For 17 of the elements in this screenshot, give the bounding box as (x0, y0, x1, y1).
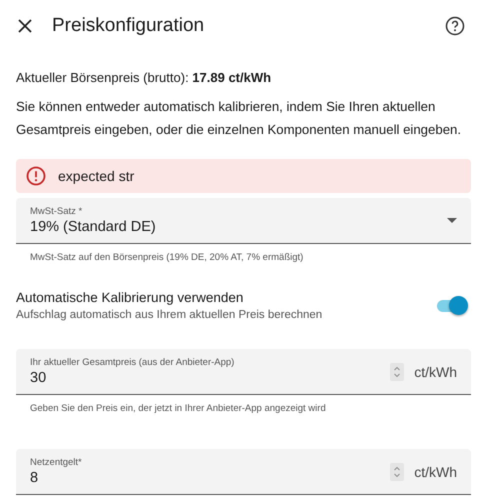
number-field[interactable]: Netzentgelt* 8 ct/kWh (16, 449, 471, 495)
helper-text: MwSt-Satz auf den Börsenpreis (19% DE, 20% AT, 7% ermäßigt) (29, 251, 304, 265)
vat-select[interactable]: MwSt-Satz * 19% (Standard DE) (16, 198, 471, 244)
dialog-title: Preiskonfiguration (52, 15, 206, 37)
dropdown-icon (447, 218, 457, 223)
spinner-icon[interactable] (390, 462, 404, 480)
spinner-icon[interactable] (390, 362, 404, 380)
setting-title: Automatische Kalibrierung verwenden (16, 290, 244, 305)
help-icon[interactable] (445, 16, 465, 36)
intro-text: Sie können entweder automatisch kalibrieren, indem Sie Ihren aktuellen Gesamtpreis eingeben, oder die einzelnen Komponenten manuell eingeben. (16, 98, 462, 139)
error-icon (26, 166, 46, 186)
price-text: Aktueller Börsenpreis (brutto): 17.89 ct/kWh (16, 70, 272, 85)
setting-description: Aufschlag automatisch aus Ihrem aktuellen Preis berechnen (16, 309, 324, 321)
helper-text: Geben Sie den Preis ein, der jetzt in Ihrer Anbieter-App angezeigt wird (29, 402, 327, 416)
number-field[interactable]: Ihr aktueller Gesamtpreis (aus der Anbieter-App) 30 ct/kWh (16, 349, 471, 395)
error-message: expected str (58, 168, 134, 184)
close-icon[interactable] (18, 19, 32, 33)
